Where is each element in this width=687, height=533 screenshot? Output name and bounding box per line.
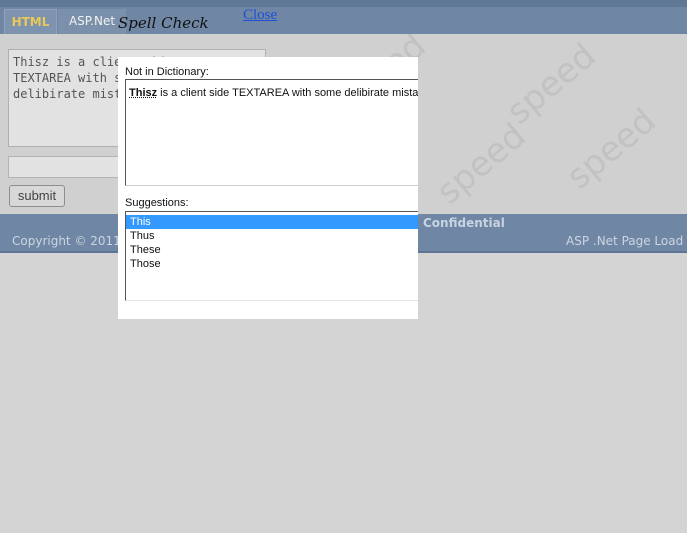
confidential-label: Confidential [423,216,505,230]
misspelled-word: Thisz [129,87,158,99]
suggestion-item[interactable]: These [126,243,418,257]
dialog-title: Spell Check [118,14,209,32]
tab-aspnet[interactable]: ASP.Net [58,9,126,34]
suggestion-item[interactable]: Thus [126,229,418,243]
spell-check-dialog: Not in Dictionary: Thisz is a client sid… [118,57,418,319]
suggestions-list[interactable]: This Thus These Those [125,211,418,301]
submit-button[interactable]: submit [9,185,65,207]
close-link[interactable]: Close [243,7,277,24]
watermark-text: speed [559,100,664,198]
copyright-text: Copyright © 2011 [12,234,121,248]
not-in-dictionary-label: Not in Dictionary: [125,66,209,78]
context-text: is a client side TEXTAREA with some deli… [157,87,418,99]
top-bar: HTML ASP.Net [0,0,687,34]
suggestion-item[interactable]: Those [126,257,418,271]
not-in-dictionary-box: Thisz is a client side TEXTAREA with som… [125,79,418,186]
page-load-time-text: ASP .Net Page Load Time [566,234,687,248]
watermark-text: speed [429,115,534,213]
top-stripe [0,0,687,7]
watermark-text: speed [499,35,604,133]
tab-html[interactable]: HTML [4,9,57,34]
suggestion-item[interactable]: This [126,215,418,229]
suggestions-label: Suggestions: [125,197,189,209]
